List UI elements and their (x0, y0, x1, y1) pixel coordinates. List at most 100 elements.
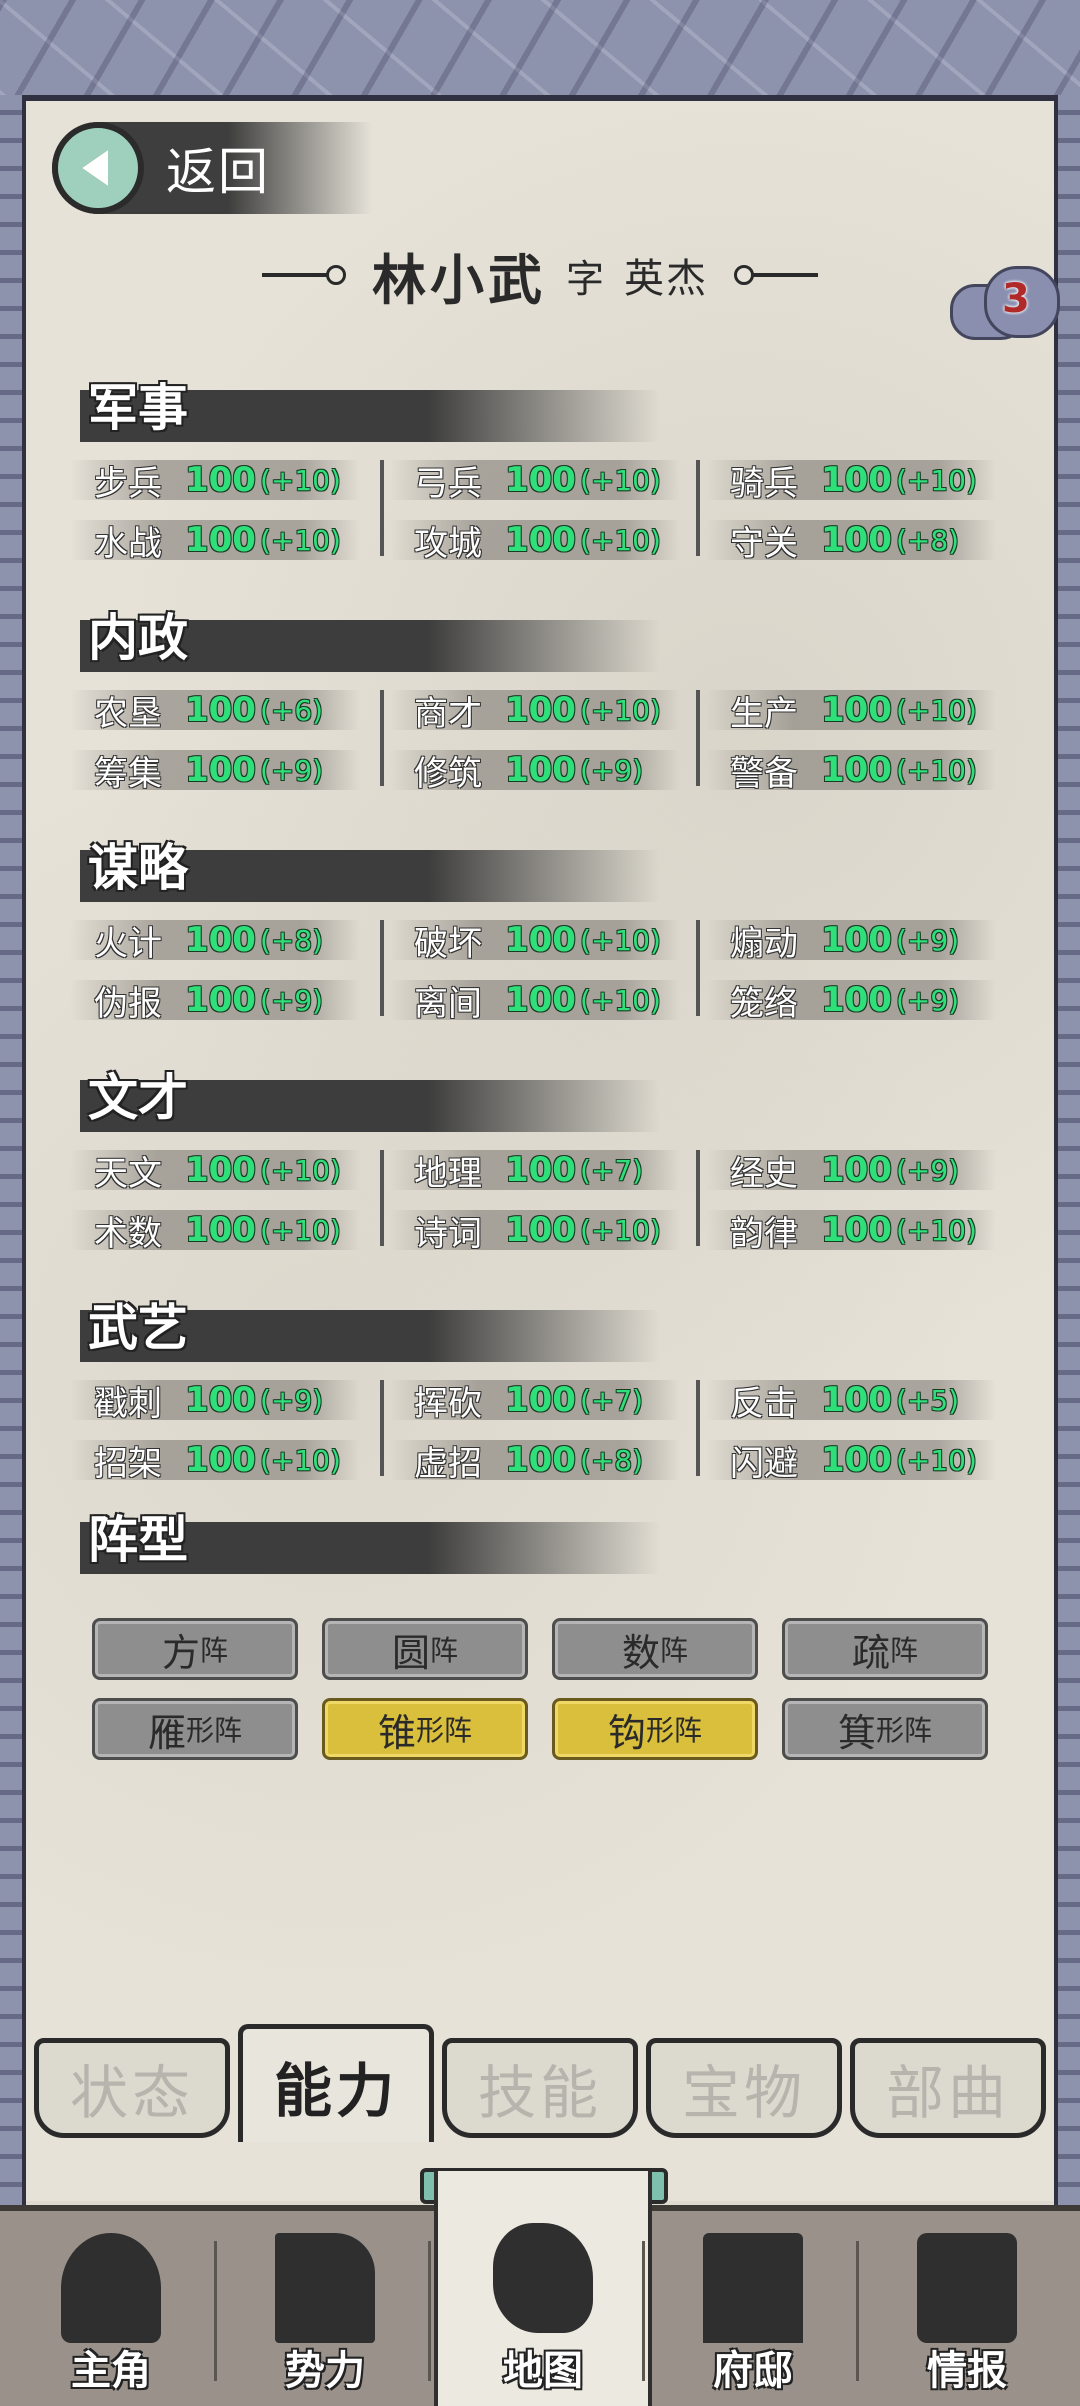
stat-row: 地理 100 (+7) (390, 1150, 680, 1194)
stat-value: 100 (184, 1210, 256, 1250)
map-icon (493, 2223, 593, 2333)
formation-button[interactable]: 钩形阵 (552, 1698, 758, 1760)
stat-bonus: (+10) (895, 693, 977, 727)
section-title: 文才 (88, 1069, 188, 1127)
back-button[interactable]: 返回 (52, 122, 372, 214)
column-divider (380, 920, 384, 1016)
column-divider (696, 1150, 700, 1246)
formation-button[interactable]: 圆阵 (322, 1618, 528, 1680)
tab-0[interactable]: 状态 (34, 2038, 230, 2138)
formation-suffix: 形阵 (186, 1714, 243, 1747)
stat-row: 挥砍 100 (+7) (390, 1380, 680, 1424)
stat-row: 火计 100 (+8) (70, 920, 360, 964)
nav-item-1[interactable]: 势力 (220, 2211, 430, 2406)
section-title: 武艺 (88, 1299, 188, 1357)
formation-suffix: 阵 (890, 1634, 919, 1667)
column-divider (696, 690, 700, 786)
stat-value: 100 (184, 750, 256, 790)
section-header-2: 谋略 (80, 839, 660, 902)
name-ornament-right (734, 265, 818, 285)
stat-bonus: (+9) (259, 983, 324, 1017)
stat-bonus: (+8) (579, 1443, 644, 1477)
stat-row: 攻城 100 (+10) (390, 520, 680, 564)
stat-row: 天文 100 (+10) (70, 1150, 360, 1194)
stat-row: 煽动 100 (+9) (706, 920, 996, 964)
tab-2[interactable]: 技能 (442, 2038, 638, 2138)
top-decorative-border (0, 0, 1080, 101)
stat-row: 诗词 100 (+10) (390, 1210, 680, 1254)
stat-bonus: (+10) (579, 463, 661, 497)
nav-item-4[interactable]: 情报 (862, 2211, 1072, 2406)
stat-label: 商才 (414, 693, 482, 734)
nav-item-0[interactable]: 主角 (6, 2211, 216, 2406)
stat-bonus: (+9) (579, 753, 644, 787)
stat-row: 韵律 100 (+10) (706, 1210, 996, 1254)
cloud-badge[interactable]: 3 (950, 262, 1060, 340)
tab-3[interactable]: 宝物 (646, 2038, 842, 2138)
stat-value: 100 (820, 1380, 892, 1420)
stat-label: 经史 (730, 1153, 798, 1194)
stat-bonus: (+10) (579, 923, 661, 957)
formation-suffix: 阵 (660, 1634, 689, 1667)
formation-name: 方 (161, 1630, 200, 1675)
stat-value: 100 (504, 520, 576, 560)
stat-row: 伪报 100 (+9) (70, 980, 360, 1024)
formation-button[interactable]: 数阵 (552, 1618, 758, 1680)
stat-label: 天文 (94, 1153, 162, 1194)
nav-item-3[interactable]: 府邸 (648, 2211, 858, 2406)
formation-name: 数 (621, 1630, 660, 1675)
tab-4[interactable]: 部曲 (850, 2038, 1046, 2138)
courtesy-label: 字 (565, 256, 604, 301)
stat-label: 闪避 (730, 1443, 798, 1484)
column-divider (696, 920, 700, 1016)
formation-button[interactable]: 疏阵 (782, 1618, 988, 1680)
section-title: 军事 (88, 379, 188, 437)
stat-label: 水战 (94, 523, 162, 564)
stat-label: 地理 (414, 1153, 482, 1194)
stat-bonus: (+8) (259, 923, 324, 957)
formation-button[interactable]: 锥形阵 (322, 1698, 528, 1760)
stat-row: 农垦 100 (+6) (70, 690, 360, 734)
formation-button[interactable]: 箕形阵 (782, 1698, 988, 1760)
stat-bonus: (+10) (579, 523, 661, 557)
stat-bonus: (+10) (579, 983, 661, 1017)
column-divider (380, 690, 384, 786)
formation-button[interactable]: 方阵 (92, 1618, 298, 1680)
section-title: 阵型 (88, 1511, 188, 1569)
stat-value: 100 (504, 1440, 576, 1480)
column-divider (380, 460, 384, 556)
stat-value: 100 (504, 1380, 576, 1420)
stat-row: 戳刺 100 (+9) (70, 1380, 360, 1424)
stat-label: 警备 (730, 753, 798, 794)
stat-value: 100 (504, 750, 576, 790)
stat-value: 100 (504, 1210, 576, 1250)
stat-label: 修筑 (414, 753, 482, 794)
stat-value: 100 (820, 1150, 892, 1190)
bottom-navigation: 主角 势力 地图 府邸 情报 (0, 2171, 1080, 2406)
stat-value: 100 (504, 690, 576, 730)
formation-button[interactable]: 雁形阵 (92, 1698, 298, 1760)
mansion-icon (703, 2233, 803, 2343)
name-ornament-left (261, 265, 346, 285)
stat-value: 100 (820, 750, 892, 790)
tab-1[interactable]: 能力 (238, 2024, 434, 2142)
stat-label: 伪报 (94, 983, 162, 1024)
stat-row: 骑兵 100 (+10) (706, 460, 996, 504)
column-divider (696, 460, 700, 556)
stat-bonus: (+9) (259, 1383, 324, 1417)
stat-label: 生产 (730, 693, 798, 734)
stat-label: 火计 (94, 923, 162, 964)
stat-label: 煽动 (730, 923, 798, 964)
formation-suffix: 形阵 (876, 1714, 933, 1747)
stat-value: 100 (184, 690, 256, 730)
column-divider (696, 1380, 700, 1476)
stat-label: 离间 (414, 983, 482, 1024)
stat-row: 水战 100 (+10) (70, 520, 360, 564)
column-divider (380, 1380, 384, 1476)
stat-value: 100 (820, 1210, 892, 1250)
nav-item-2[interactable]: 地图 (434, 2171, 652, 2406)
stat-row: 离间 100 (+10) (390, 980, 680, 1024)
stat-value: 100 (504, 1150, 576, 1190)
stat-value: 100 (820, 520, 892, 560)
stat-label: 虚招 (414, 1443, 482, 1484)
